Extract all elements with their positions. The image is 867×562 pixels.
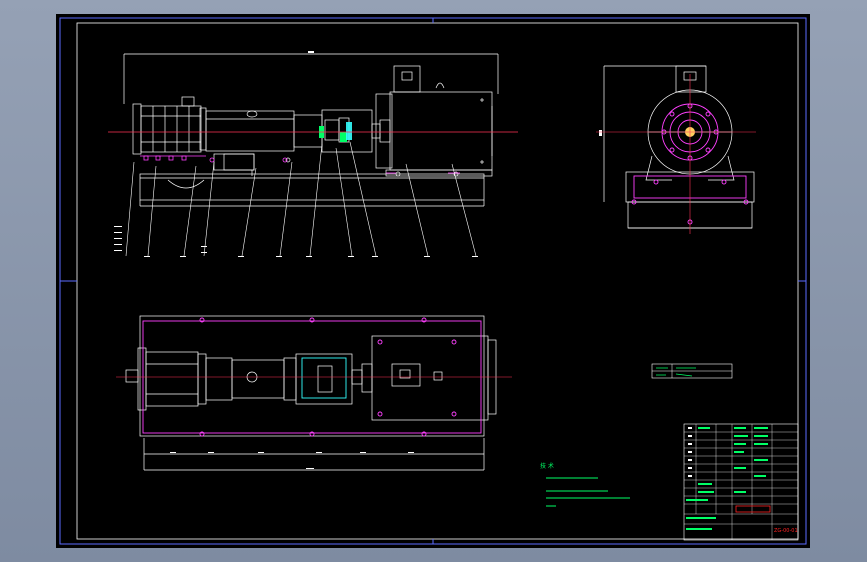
drawing-number: ZG-00-01 [774, 528, 798, 534]
terminal-box [393, 65, 421, 93]
discharge-port [181, 96, 195, 107]
plan-coupling-guard [295, 353, 353, 405]
notes-lines [546, 477, 630, 507]
notes-heading: 技 术 [540, 462, 554, 470]
support-block [213, 153, 255, 171]
side-terminal-box [675, 65, 707, 93]
front-view-accents [140, 155, 460, 189]
title-red-label [735, 505, 771, 513]
plan-stator [231, 359, 285, 399]
plan-baseplate [139, 315, 485, 437]
outer-sheet-frame [59, 17, 807, 545]
inlet-flange [132, 103, 142, 155]
bearing-housing [293, 114, 323, 148]
technical-notes: 技 术 [540, 462, 630, 507]
legend-box [651, 363, 733, 379]
lifting-eye [435, 82, 445, 89]
part-balloon-ticks [114, 226, 478, 257]
part-leaders [125, 141, 477, 257]
title-block: ZG-00-01 [683, 423, 799, 541]
drawing-sheet[interactable]: 技 术 ZG-00-01 [56, 14, 810, 548]
suction-housing [140, 105, 202, 153]
plan-motor [371, 335, 489, 421]
motor-body [389, 91, 493, 171]
title-block-entries [686, 427, 768, 530]
plan-dim-ticks [170, 452, 414, 469]
plan-view[interactable] [125, 315, 497, 471]
cad-viewport[interactable]: 技 术 ZG-00-01 [0, 0, 867, 562]
front-view[interactable] [123, 51, 499, 207]
drawing-canvas[interactable]: 技 术 ZG-00-01 [56, 14, 810, 548]
plan-suction-housing [145, 351, 199, 407]
